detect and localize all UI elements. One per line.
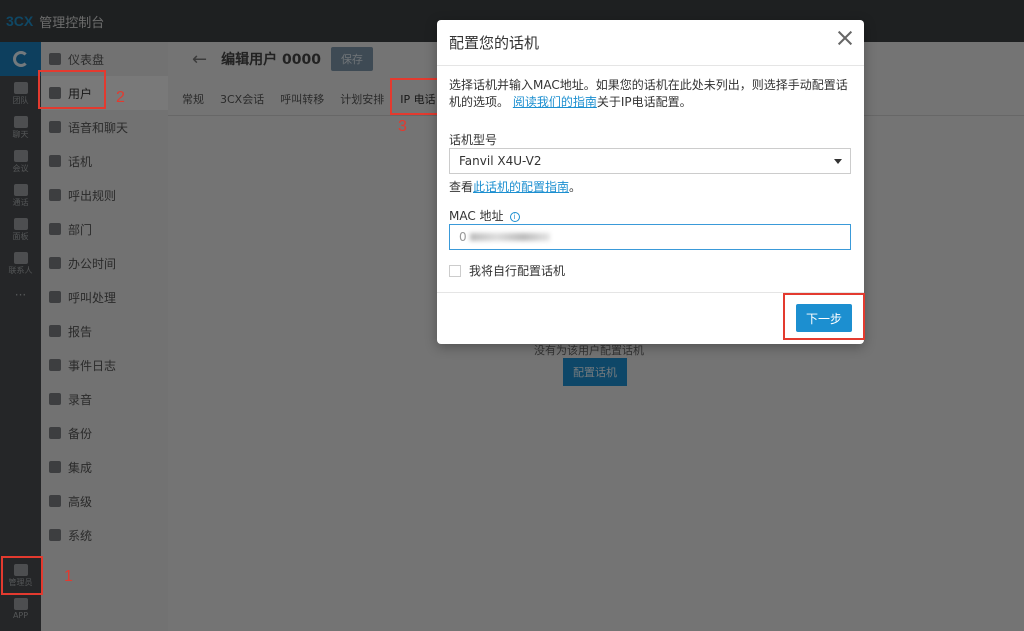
manual-config-checkbox[interactable] bbox=[449, 264, 461, 277]
info-icon[interactable]: i bbox=[509, 212, 520, 222]
redacted-mac-value bbox=[470, 233, 551, 241]
annotation-box-next bbox=[783, 293, 865, 340]
annotation-number-3: 3 bbox=[398, 118, 407, 135]
mac-address-input[interactable]: 0 bbox=[449, 224, 851, 250]
dialog-description: 选择话机并输入MAC地址。如果您的话机在此处未列出，则选择手动配置话机的选项。 … bbox=[449, 78, 848, 109]
annotation-number-2: 2 bbox=[116, 89, 125, 106]
annotation-box-users bbox=[38, 70, 106, 109]
annotation-box-admin bbox=[1, 556, 43, 595]
manual-config-option[interactable]: 我将自行配置话机 bbox=[449, 262, 565, 279]
phone-model-label: 话机型号 bbox=[449, 133, 498, 147]
phone-model-select[interactable]: Fanvil X4U-V2 bbox=[449, 148, 851, 174]
model-guide-link[interactable]: 此话机的配置指南 bbox=[473, 180, 569, 194]
guide-link[interactable]: 阅读我们的指南 bbox=[513, 95, 597, 109]
close-icon[interactable] bbox=[836, 29, 854, 47]
dialog-header: 配置您的话机 bbox=[437, 20, 864, 66]
annotation-number-1: 1 bbox=[64, 568, 73, 585]
model-guide-text: 查看此话机的配置指南。 bbox=[449, 180, 582, 194]
chevron-down-icon bbox=[834, 159, 842, 164]
dialog-title: 配置您的话机 bbox=[449, 34, 540, 52]
mac-address-label: MAC 地址 i bbox=[449, 207, 520, 224]
